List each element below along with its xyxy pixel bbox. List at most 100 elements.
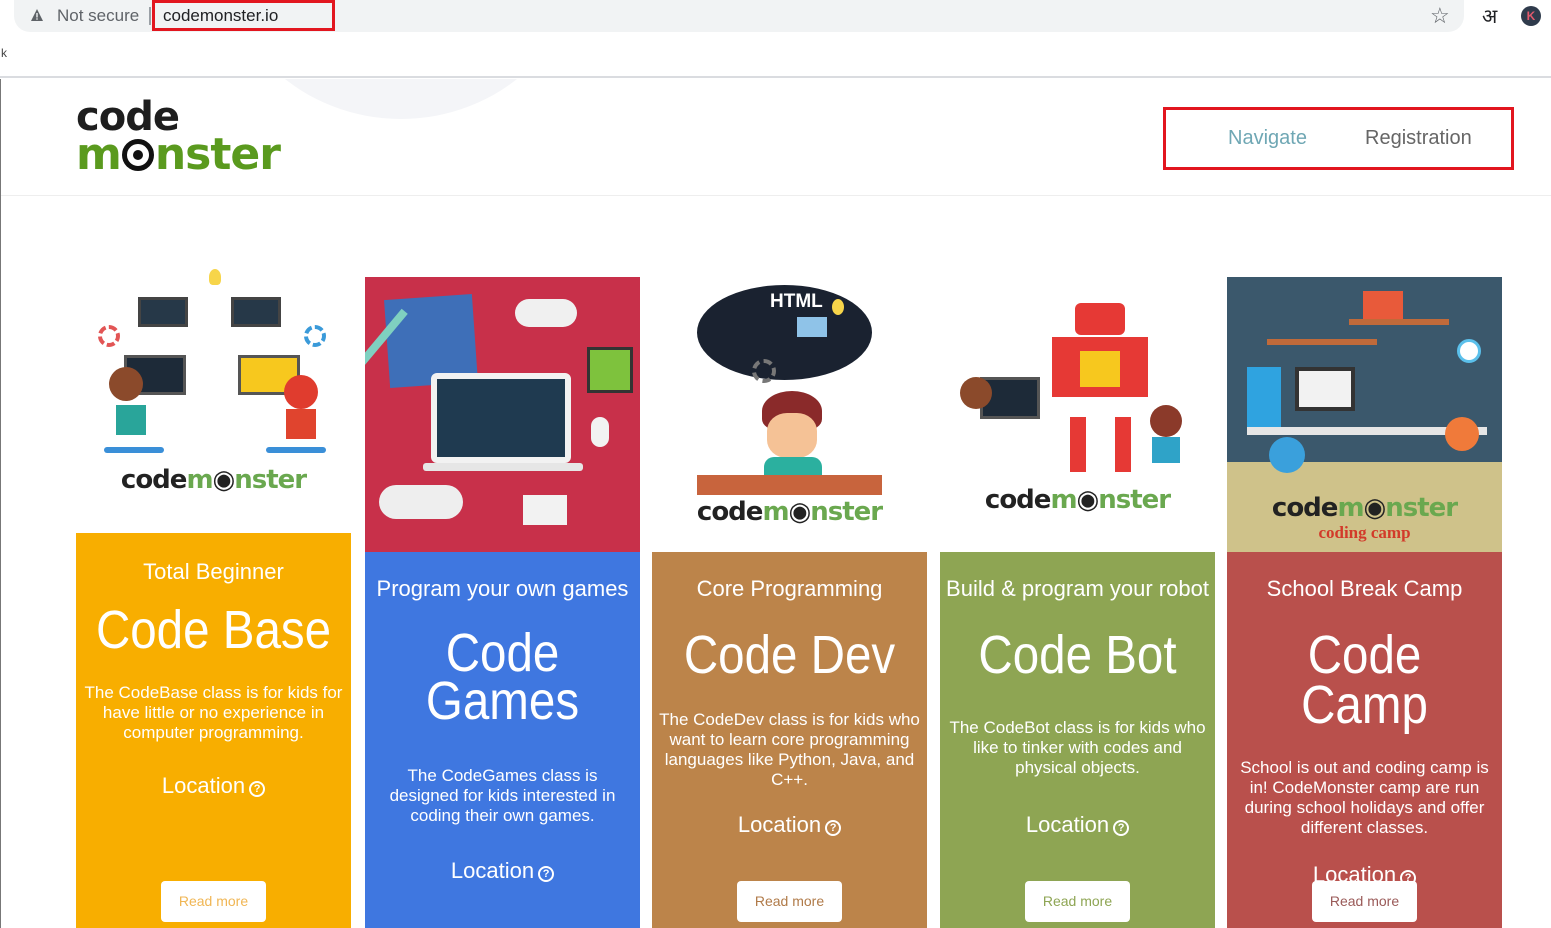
- monitor-shape: [231, 297, 281, 327]
- course-panel-code-camp: School Break Camp Code Camp School is ou…: [1227, 552, 1502, 928]
- lightbulb-icon: [832, 299, 844, 315]
- handheld-console-icon: [379, 485, 463, 519]
- course-description: The CodeBot class is for kids who like t…: [949, 718, 1206, 777]
- nav-navigate[interactable]: Navigate: [1228, 127, 1307, 150]
- divider: [149, 7, 151, 25]
- kid-face: [767, 413, 817, 458]
- gear-icon: [98, 325, 120, 347]
- arrow-keys-icon: [523, 495, 567, 525]
- location-label[interactable]: Location: [451, 858, 534, 883]
- security-label[interactable]: Not secure: [57, 6, 139, 26]
- help-icon[interactable]: ?: [1113, 820, 1130, 836]
- course-subtitle: Total Beginner: [143, 559, 284, 584]
- logo-monster-text: m nster: [76, 133, 281, 177]
- bookmarks-bar: k: [0, 33, 1551, 78]
- course-card-code-bot: codem◉nster Build & program your robot C…: [940, 267, 1215, 928]
- help-icon[interactable]: ?: [538, 866, 555, 882]
- clock-icon: [1457, 339, 1481, 363]
- help-icon[interactable]: ?: [249, 781, 266, 797]
- browser-toolbar: Not secure codemonster.io ☆ अ K: [0, 0, 1551, 33]
- course-title: Code Camp: [1301, 625, 1428, 735]
- course-card-code-camp: codem◉nster coding camp School Break Cam…: [1227, 267, 1502, 928]
- kid-head: [1445, 417, 1479, 451]
- robot-panel: [1080, 351, 1120, 387]
- url-highlight-box[interactable]: codemonster.io: [152, 0, 335, 31]
- course-description: The CodeDev class is for kids who want t…: [659, 710, 920, 789]
- read-more-button[interactable]: Read more: [1025, 881, 1130, 922]
- coding-camp-label: coding camp: [1318, 523, 1411, 542]
- monster-icon: [587, 347, 633, 393]
- bookmark-fragment[interactable]: k: [1, 46, 7, 60]
- course-subtitle: Program your own games: [376, 576, 629, 601]
- course-title: Code Base: [95, 600, 332, 660]
- kid-head: [284, 375, 318, 409]
- course-panel-code-dev: Core Programming Code Dev The CodeDev cl…: [652, 552, 927, 928]
- location-link[interactable]: Location?: [76, 773, 351, 799]
- course-description: The CodeBase class is for kids for have …: [84, 683, 343, 742]
- laptop-screen: [431, 373, 571, 463]
- globe-icon: [1269, 437, 1305, 473]
- star-icon[interactable]: ☆: [1430, 3, 1450, 29]
- read-more-button[interactable]: Read more: [737, 881, 842, 922]
- course-description: School is out and coding camp is in! Cod…: [1240, 758, 1489, 837]
- cabinet-shape: [1247, 367, 1281, 427]
- codemonster-watermark: codem◉nster: [120, 465, 307, 495]
- eye-icon: [121, 139, 154, 171]
- location-label[interactable]: Location: [738, 812, 821, 837]
- nav-registration[interactable]: Registration: [1365, 127, 1472, 150]
- warning-icon[interactable]: [30, 8, 44, 22]
- web-page: code m nster Navigate Registration codem◉…: [0, 79, 1551, 928]
- logo-nster: nster: [154, 129, 281, 180]
- robot-leg: [1070, 417, 1086, 472]
- course-card-code-dev: HTML codem◉nster Core Programming Code D…: [652, 267, 927, 928]
- logo-m: m: [76, 129, 122, 180]
- course-image-code-dev: HTML codem◉nster: [652, 267, 927, 552]
- help-icon[interactable]: ?: [825, 820, 842, 836]
- lightbulb-icon: [209, 269, 221, 285]
- course-image-code-camp: codem◉nster coding camp: [1227, 277, 1502, 552]
- shelf-shape: [1349, 319, 1449, 325]
- robot-head: [1075, 303, 1125, 335]
- location-link[interactable]: Location?: [365, 858, 640, 884]
- codemonster-watermark: codem◉nster: [984, 485, 1171, 515]
- window-icon: [797, 317, 827, 337]
- read-more-button[interactable]: Read more: [161, 881, 266, 922]
- chair-base: [266, 447, 326, 453]
- profile-avatar[interactable]: K: [1521, 6, 1541, 26]
- codemonster-logo[interactable]: code m nster: [76, 97, 286, 177]
- laptop-base: [423, 463, 583, 471]
- course-image-code-games: [365, 277, 640, 552]
- course-card-code-games: Program your own games Code Games The Co…: [365, 267, 640, 928]
- html-label: HTML: [770, 291, 823, 312]
- kid-body: [286, 409, 316, 439]
- course-panel-code-games: Program your own games Code Games The Co…: [365, 552, 640, 928]
- course-panel-code-base: Total Beginner Code Base The CodeBase cl…: [76, 533, 351, 928]
- course-card-code-base: codem◉nster Total Beginner Code Base The…: [76, 267, 351, 928]
- kid-body: [764, 457, 822, 477]
- course-panel-code-bot: Build & program your robot Code Bot The …: [940, 552, 1215, 928]
- course-image-code-base: codem◉nster: [76, 267, 351, 533]
- gear-icon: [752, 359, 776, 383]
- monitor-shape: [138, 297, 188, 327]
- location-label[interactable]: Location: [162, 773, 245, 798]
- course-subtitle: Build & program your robot: [946, 576, 1209, 601]
- gear-icon: [304, 325, 326, 347]
- course-description: The CodeGames class is designed for kids…: [389, 766, 616, 825]
- kid-head: [960, 377, 992, 409]
- site-header: code m nster Navigate Registration: [1, 79, 1551, 196]
- location-label[interactable]: Location: [1026, 812, 1109, 837]
- location-link[interactable]: Location?: [940, 812, 1215, 838]
- kid-body: [116, 405, 146, 435]
- read-more-button[interactable]: Read more: [1312, 881, 1417, 922]
- shelf-shape: [1267, 339, 1377, 345]
- location-link[interactable]: Location?: [652, 812, 927, 838]
- url-text[interactable]: codemonster.io: [163, 6, 278, 26]
- gamepad-icon: [515, 299, 577, 327]
- codemonster-watermark: codem◉nster: [696, 497, 883, 527]
- monitor-shape: [1295, 367, 1355, 411]
- desk-shape: [697, 475, 882, 495]
- kid-head: [109, 367, 143, 401]
- chair-base: [104, 447, 164, 453]
- kid-head: [1150, 405, 1182, 437]
- translate-icon[interactable]: अ: [1482, 2, 1497, 29]
